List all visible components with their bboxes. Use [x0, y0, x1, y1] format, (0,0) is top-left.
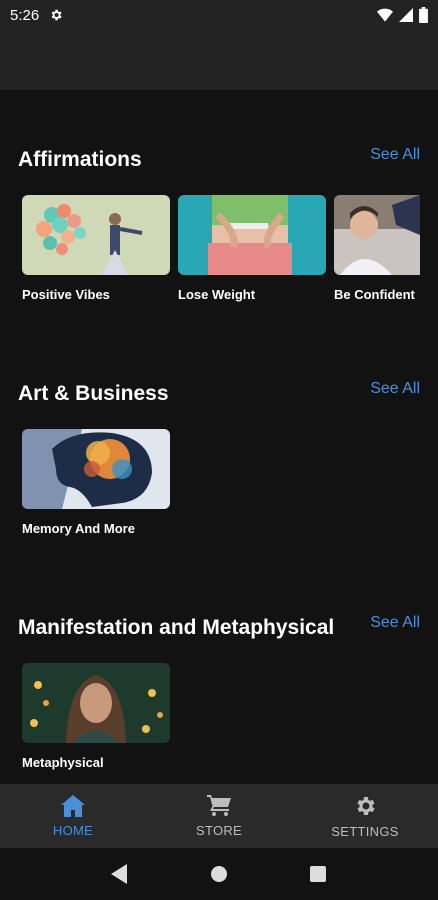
- section-title: Manifestation and Metaphysical: [18, 616, 335, 639]
- battery-icon: [419, 7, 428, 23]
- nav-home[interactable]: HOME: [0, 784, 146, 848]
- card-image: [178, 195, 326, 275]
- card-metaphysical[interactable]: Metaphysical: [22, 663, 170, 770]
- nav-label: SETTINGS: [331, 823, 399, 839]
- section-manifestation: Manifestation and Metaphysical See All M…: [0, 558, 438, 784]
- content: Affirmations See All Positive Vibes Lose…: [0, 90, 438, 784]
- bottom-nav: HOME STORE SETTINGS: [0, 784, 438, 848]
- see-all-link[interactable]: See All: [370, 380, 420, 398]
- section-art-business: Art & Business See All Memory And More: [0, 324, 438, 558]
- gear-icon: [49, 8, 63, 22]
- app-bar: [0, 30, 438, 90]
- card-image: [22, 195, 170, 275]
- gear-icon: [357, 796, 375, 815]
- card-image: [334, 195, 420, 275]
- section-title: Affirmations: [18, 148, 142, 171]
- cart-icon: [207, 794, 231, 816]
- see-all-link[interactable]: See All: [370, 146, 420, 164]
- card-be-confident[interactable]: Be Confident: [334, 195, 420, 302]
- nav-label: HOME: [52, 822, 94, 838]
- section-affirmations: Affirmations See All Positive Vibes Lose…: [0, 90, 438, 324]
- wifi-icon: [377, 8, 393, 22]
- card-label: Lose Weight: [178, 287, 256, 302]
- nav-store[interactable]: STORE: [146, 784, 292, 848]
- recents-icon[interactable]: [309, 865, 327, 883]
- see-all-link[interactable]: See All: [370, 614, 420, 632]
- card-image: [22, 663, 170, 743]
- card-label: Positive Vibes: [22, 287, 110, 302]
- status-icons: [377, 7, 428, 23]
- section-title: Art & Business: [18, 382, 169, 405]
- card-memory-and-more[interactable]: Memory And More: [22, 429, 170, 536]
- card-label: Memory And More: [22, 521, 135, 536]
- card-image: [22, 429, 170, 509]
- system-nav-bar: [0, 848, 438, 900]
- home-icon: [61, 794, 85, 817]
- status-bar: 5:26: [0, 0, 438, 30]
- signal-icon: [399, 8, 413, 22]
- card-label: Be Confident: [334, 287, 415, 302]
- home-circle-icon[interactable]: [210, 865, 228, 883]
- card-label: Metaphysical: [22, 755, 104, 770]
- status-time: 5:26: [10, 6, 40, 24]
- back-icon[interactable]: [110, 864, 129, 884]
- card-positive-vibes[interactable]: Positive Vibes: [22, 195, 170, 302]
- nav-label: STORE: [195, 822, 243, 838]
- nav-settings[interactable]: SETTINGS: [292, 784, 438, 848]
- card-lose-weight[interactable]: Lose Weight: [178, 195, 326, 302]
